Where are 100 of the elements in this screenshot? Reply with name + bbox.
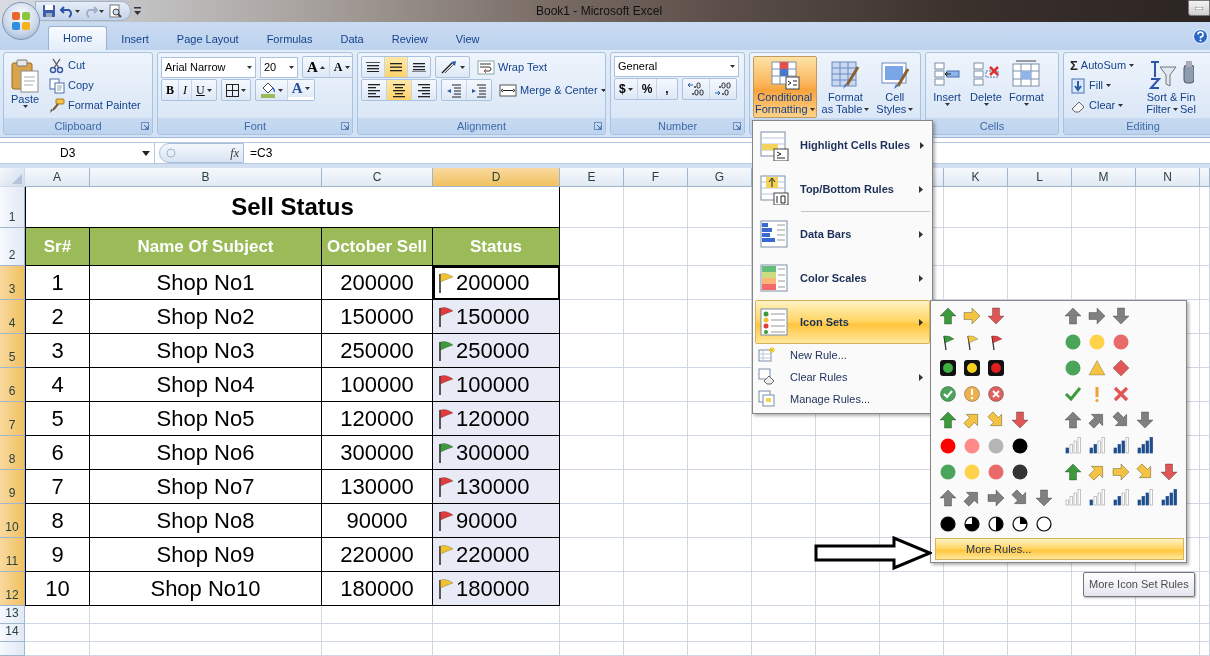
row-header[interactable]: 4: [0, 300, 25, 334]
grid-cell[interactable]: [560, 538, 624, 572]
row-header[interactable]: 5: [0, 334, 25, 368]
grid-cell[interactable]: [90, 606, 322, 624]
grid-cell[interactable]: [322, 642, 433, 656]
grid-cell[interactable]: [880, 606, 944, 624]
menu-item[interactable]: Top/Bottom Rules: [755, 167, 930, 211]
grid-cell[interactable]: [688, 436, 752, 470]
grid-cell[interactable]: [1200, 368, 1210, 402]
row-header[interactable]: 3: [0, 266, 25, 300]
grid-cell[interactable]: [1136, 624, 1200, 642]
grid-cell[interactable]: [560, 187, 624, 228]
italic-button[interactable]: I: [179, 80, 192, 100]
align-button[interactable]: [387, 80, 412, 100]
grid-cell[interactable]: [1200, 300, 1210, 334]
grid-cell[interactable]: [624, 334, 688, 368]
select-all-button[interactable]: [0, 168, 25, 187]
row-header[interactable]: 8: [0, 436, 25, 470]
wrap-text-button[interactable]: Wrap Text: [474, 57, 551, 77]
font-name-field[interactable]: Arial Narrow: [161, 56, 256, 78]
grid-cell[interactable]: [322, 624, 433, 642]
menu-item[interactable]: Color Scales: [755, 256, 930, 300]
status-cell[interactable]: 150000: [433, 300, 560, 334]
grid-cell[interactable]: [560, 470, 624, 504]
grid-cell[interactable]: [1008, 642, 1072, 656]
format-cells-button[interactable]: Format: [1007, 56, 1046, 118]
grid-cell[interactable]: [560, 228, 624, 266]
row-header[interactable]: 13: [0, 606, 25, 624]
grid-cell[interactable]: [816, 504, 880, 538]
grid-cell[interactable]: [1008, 572, 1072, 606]
status-cell[interactable]: 90000: [433, 504, 560, 538]
save-button[interactable]: [42, 4, 56, 18]
grid-cell[interactable]: [1200, 470, 1210, 504]
grid-cell[interactable]: [1200, 538, 1210, 572]
grid-cell[interactable]: [1200, 228, 1210, 266]
grid-cell[interactable]: [25, 624, 90, 642]
grid-cell[interactable]: [816, 470, 880, 504]
grid-cell[interactable]: [560, 642, 624, 656]
grid-cell[interactable]: [1072, 228, 1136, 266]
grid-cell[interactable]: [1200, 624, 1210, 642]
grid-cell[interactable]: [624, 642, 688, 656]
grid-cell[interactable]: [816, 572, 880, 606]
name-box[interactable]: D3: [0, 143, 155, 163]
formula-field[interactable]: =C3: [244, 143, 750, 163]
customize-button[interactable]: [134, 7, 141, 15]
print-preview-button[interactable]: [108, 4, 122, 18]
grid-cell[interactable]: [1008, 228, 1072, 266]
grid-cell[interactable]: [944, 187, 1008, 228]
grid-cell[interactable]: [1136, 228, 1200, 266]
grid-cell[interactable]: [624, 624, 688, 642]
grid-cell[interactable]: [560, 504, 624, 538]
comma-button[interactable]: ,: [657, 79, 677, 99]
shrink-font-button[interactable]: A: [329, 57, 352, 77]
number-format-field[interactable]: General: [614, 56, 739, 77]
grid-cell[interactable]: [1072, 187, 1136, 228]
status-cell[interactable]: 100000: [433, 368, 560, 402]
row-header[interactable]: 14: [0, 624, 25, 642]
fill-button[interactable]: Fill: [1067, 76, 1145, 95]
grid-cell[interactable]: [688, 470, 752, 504]
dialog-launcher-icon[interactable]: [341, 122, 349, 130]
grid-cell[interactable]: [1200, 436, 1210, 470]
column-header[interactable]: [1200, 168, 1210, 187]
status-cell[interactable]: 220000: [433, 538, 560, 572]
grid-cell[interactable]: [25, 606, 90, 624]
ribbon-tab[interactable]: Page Layout: [162, 28, 253, 50]
grid-cell[interactable]: [944, 624, 1008, 642]
dialog-launcher-icon[interactable]: [594, 122, 602, 130]
font-color-button[interactable]: A: [287, 80, 314, 100]
grid-cell[interactable]: [880, 572, 944, 606]
grid-cell[interactable]: [624, 538, 688, 572]
grid-cell[interactable]: [560, 368, 624, 402]
ribbon-tab[interactable]: Insert: [107, 28, 163, 50]
dialog-launcher-icon[interactable]: [141, 122, 149, 130]
grid-cell[interactable]: [25, 642, 90, 656]
status-cell[interactable]: 300000: [433, 436, 560, 470]
bold-button[interactable]: B: [162, 80, 179, 100]
grid-cell[interactable]: [1136, 606, 1200, 624]
grid-cell[interactable]: [560, 572, 624, 606]
grid-cell[interactable]: [560, 436, 624, 470]
grid-cell[interactable]: [944, 606, 1008, 624]
grid-cell[interactable]: [1136, 187, 1200, 228]
grid-cell[interactable]: [90, 642, 322, 656]
find-select-button[interactable]: Fin Sel: [1179, 56, 1197, 118]
row-header[interactable]: 9: [0, 470, 25, 504]
grid-cell[interactable]: [624, 606, 688, 624]
grid-cell[interactable]: [816, 436, 880, 470]
ribbon-tab[interactable]: Data: [326, 28, 378, 50]
grid-cell[interactable]: [624, 187, 688, 228]
grid-cell[interactable]: [560, 606, 624, 624]
grid-cell[interactable]: [1008, 187, 1072, 228]
grid-cell[interactable]: [816, 624, 880, 642]
grid-cell[interactable]: [752, 572, 816, 606]
column-header[interactable]: L: [1008, 168, 1072, 187]
menu-item[interactable]: Clear Rules: [755, 366, 930, 388]
grid-cell[interactable]: [944, 642, 1008, 656]
column-header[interactable]: M: [1072, 168, 1136, 187]
grid-cell[interactable]: [624, 368, 688, 402]
minimize-button[interactable]: [1188, 0, 1210, 16]
grid-cell[interactable]: [433, 606, 560, 624]
font-size-field[interactable]: 20: [260, 56, 298, 78]
